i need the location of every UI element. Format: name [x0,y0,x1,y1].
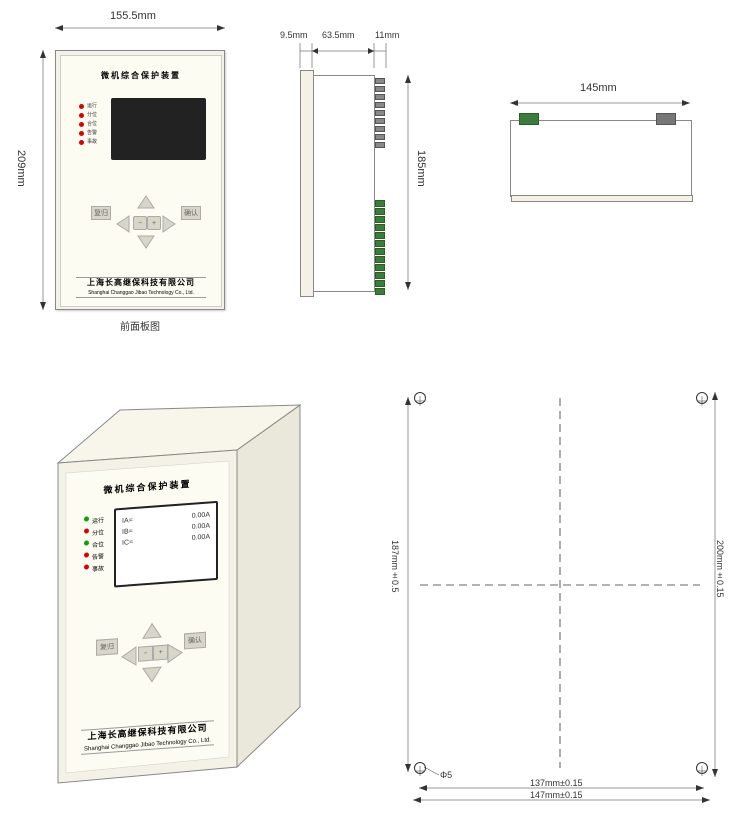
led-open-3d [84,528,89,533]
mount-hole-br [696,762,708,774]
led-alarm [79,131,84,136]
side-height-label: 185mm [415,150,427,187]
reset-button-3d[interactable]: 复归 [96,638,118,656]
right-arrow-button[interactable] [161,214,177,234]
connector-pin [375,126,385,132]
plus-button-3d[interactable]: + [153,645,168,661]
perspective-view: 微机综合保护装置 IA= IB= IC= 0.00A 0.00A 0.00A 运… [40,395,300,775]
terminal-block [375,200,385,207]
led-label-2: 分位 [87,111,97,120]
lcd-screen-3d: IA= IB= IC= 0.00A 0.00A 0.00A [114,501,218,588]
terminal-block [375,280,385,287]
top-view [510,120,690,195]
front-panel-view: 微机综合保护装置 运行 分位 合位 告警 事故 复归 确认 [55,50,225,310]
led-close [79,122,84,127]
terminal-block [375,216,385,223]
confirm-button[interactable]: 确认 [181,206,201,220]
terminal-block [375,240,385,247]
led-label-4: 告警 [87,129,97,138]
top-width-label: 145mm [580,82,617,94]
terminal-block [375,232,385,239]
device-title: 微机综合保护装置 [61,70,221,81]
terminal-block [375,272,385,279]
led-column [79,104,84,149]
led-alarm-3d [84,552,89,557]
led-label-5: 事故 [87,138,97,147]
front-caption: 前面板图 [120,318,160,333]
connector-pin [375,86,385,92]
mount-hole-tr [696,392,708,404]
reset-button[interactable]: 复归 [91,206,111,220]
connector-pin [375,134,385,140]
terminal-block [375,248,385,255]
connector-pin [375,94,385,100]
plus-button[interactable]: + [147,216,161,230]
side-gap2-label: 11mm [375,30,399,40]
mounting-diagram: 187mm±0.5 200mm±0.15 Φ5 137mm±0.15 147mm… [400,390,720,790]
minus-button[interactable]: − [133,216,147,230]
company-name-cn: 上海长高继保科技有限公司 [61,277,221,288]
side-view [300,70,385,295]
side-depth-label: 63.5mm [322,30,355,40]
terminal-block [375,224,385,231]
side-gap1-label: 9.5mm [280,30,308,40]
connector-pin [375,78,385,84]
up-arrow-3d[interactable] [141,621,163,641]
keypad: 复归 确认 − + [91,196,201,266]
minus-button-3d[interactable]: − [138,646,153,662]
down-arrow-3d[interactable] [141,665,163,685]
led-run [79,104,84,109]
terminal-block [375,208,385,215]
mount-height-label: 187mm±0.5 [390,540,400,593]
left-arrow-3d[interactable] [120,645,138,668]
led-close-3d [84,540,89,545]
left-arrow-button[interactable] [115,214,131,234]
terminal-block [375,256,385,263]
led-fault [79,140,84,145]
top-connector [656,113,676,125]
led-run-3d [84,516,89,521]
connector-pin [375,118,385,124]
terminal-block [375,264,385,271]
keypad-3d: 复归 确认 − + [96,620,206,703]
top-terminal [519,113,539,125]
mount-hole-tl [414,392,426,404]
lcd-screen [111,98,206,160]
led-open [79,113,84,118]
device-title-3d: 微机综合保护装置 [66,474,229,499]
terminal-block [375,288,385,295]
up-arrow-button[interactable] [136,194,156,210]
led-fault-3d [84,564,89,569]
right-arrow-3d[interactable] [166,641,184,664]
confirm-button-3d[interactable]: 确认 [184,632,206,650]
company-name-en: Shanghai Changgao Jibao Technology Co., … [61,290,221,296]
front-height-label: 209mm [15,150,27,187]
connector-pin [375,102,385,108]
connector-pin [375,110,385,116]
led-label-3: 合位 [87,120,97,129]
down-arrow-button[interactable] [136,234,156,250]
connector-pin [375,142,385,148]
led-label-1: 运行 [87,102,97,111]
